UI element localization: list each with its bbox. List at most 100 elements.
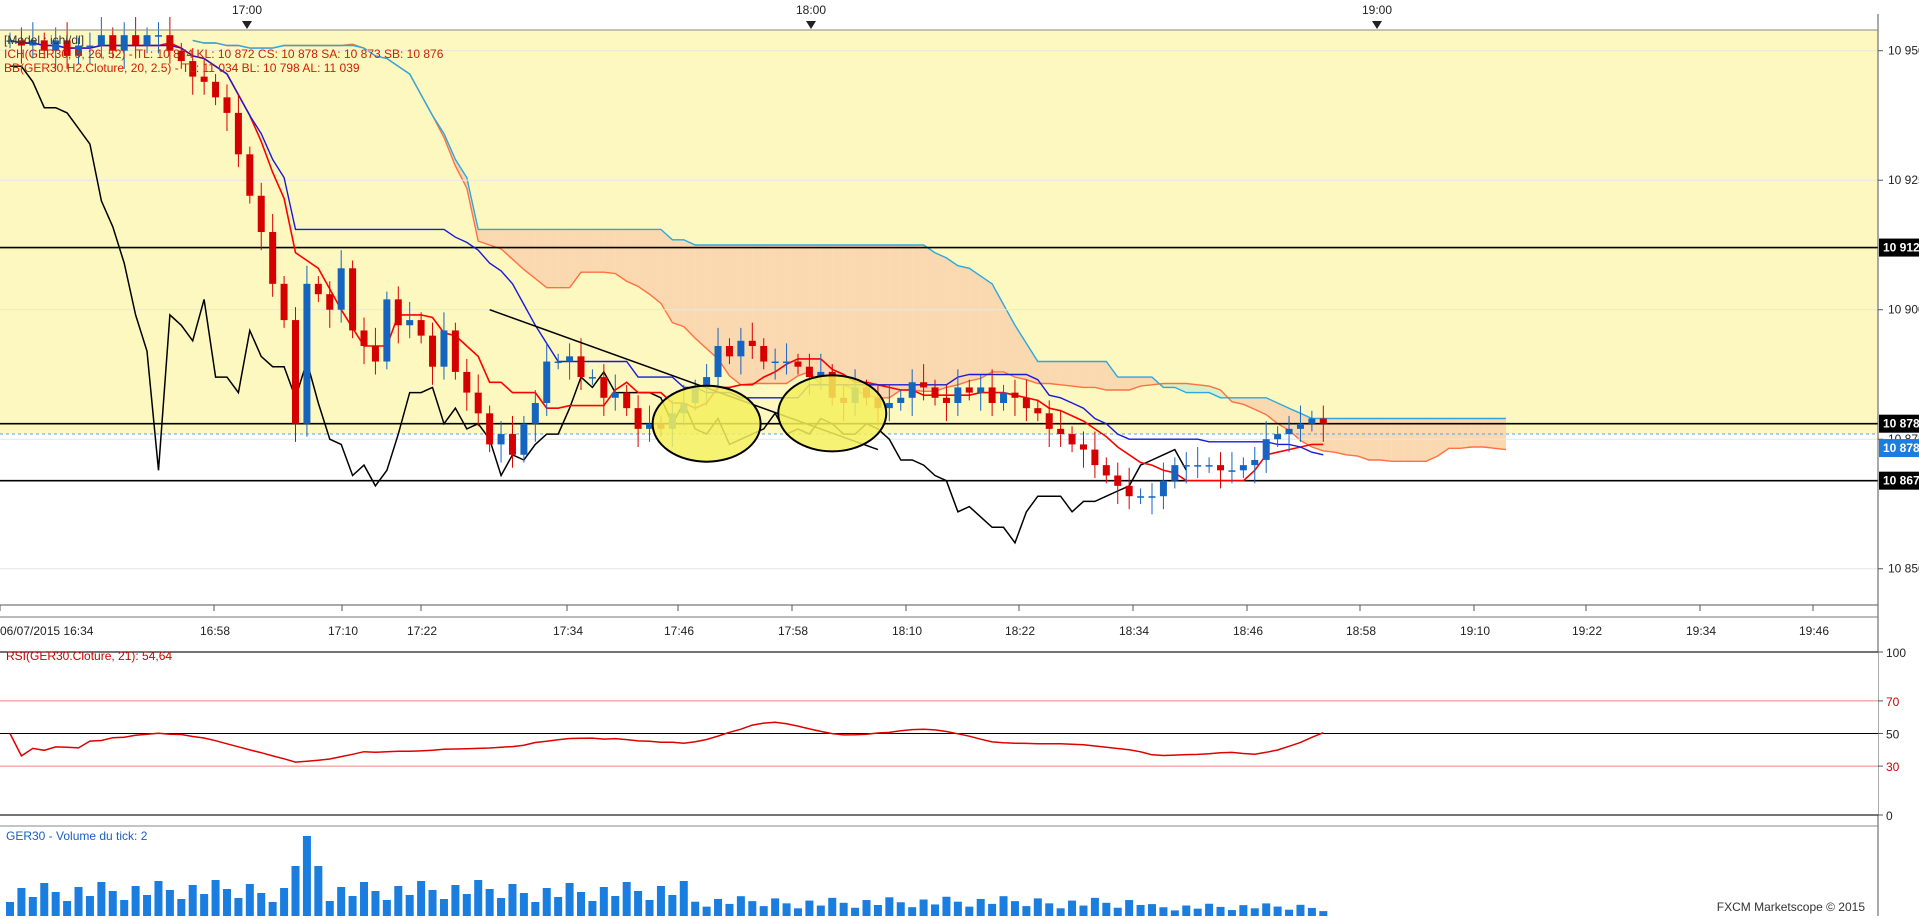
ichimoku-cloud-segment bbox=[798, 245, 810, 376]
ichimoku-cloud-segment bbox=[866, 245, 878, 398]
ichimoku-cloud-segment bbox=[969, 268, 981, 381]
candle-body bbox=[1205, 465, 1213, 467]
price-tick-label: 10 900 bbox=[1888, 303, 1919, 317]
price-tick-label: 10 925 bbox=[1888, 173, 1919, 187]
volume-bar bbox=[714, 898, 723, 916]
volume-bar bbox=[1136, 905, 1145, 916]
volume-bar bbox=[325, 901, 334, 916]
candle-body bbox=[326, 294, 334, 310]
top-time-label: 18:00 bbox=[796, 3, 826, 17]
volume-bar bbox=[793, 908, 802, 916]
candle-body bbox=[714, 345, 722, 378]
volume-bar bbox=[1182, 905, 1191, 916]
volume-bar bbox=[1205, 903, 1214, 916]
candle-body bbox=[1171, 465, 1179, 481]
rsi-panel[interactable]: RSI(GER30.Cloture, 21): 54,64 100 70 50 30 0 bbox=[0, 646, 1906, 823]
volume-bar bbox=[280, 888, 289, 916]
candle-body bbox=[931, 387, 939, 398]
volume-bar bbox=[1022, 906, 1031, 916]
volume-bar bbox=[485, 889, 494, 916]
candle-body bbox=[1239, 465, 1247, 471]
price-panel[interactable] bbox=[0, 17, 1878, 605]
candle-body bbox=[977, 387, 985, 393]
candle-body bbox=[623, 392, 631, 409]
top-time-marker bbox=[1372, 21, 1382, 29]
candle-body bbox=[474, 392, 482, 414]
candle-body bbox=[942, 397, 950, 403]
volume-bar bbox=[1273, 906, 1282, 916]
candle-body bbox=[269, 232, 277, 284]
volume-bar bbox=[508, 884, 517, 916]
footer-credit: FXCM Marketscope © 2015 bbox=[1716, 900, 1865, 914]
price-panel-lower-background bbox=[0, 434, 1878, 605]
candle-body bbox=[954, 387, 962, 403]
ichimoku-cloud-segment bbox=[957, 265, 970, 385]
time-tick-label: 18:10 bbox=[892, 624, 922, 638]
chart-canvas[interactable]: 10 95010 92510 90010 87510 85010 91210 8… bbox=[0, 0, 1919, 916]
volume-bar bbox=[1262, 903, 1271, 916]
ichimoku-cloud-segment bbox=[832, 245, 844, 385]
price-tick-label: 10 850 bbox=[1888, 562, 1919, 576]
ichimoku-cloud-segment bbox=[638, 229, 650, 295]
price-legend-line: [Model : ichi/dl] bbox=[4, 33, 84, 47]
volume-panel[interactable]: GER30 - Volume du tick: 2 bbox=[0, 825, 1878, 916]
candle-body bbox=[520, 423, 528, 455]
candle-body bbox=[429, 335, 437, 367]
candle-body bbox=[143, 35, 151, 46]
volume-bar bbox=[143, 895, 152, 916]
volume-bar bbox=[771, 898, 780, 916]
candle-body bbox=[1308, 418, 1316, 424]
ichimoku-cloud-segment bbox=[935, 252, 947, 392]
ichimoku-cloud-segment bbox=[1426, 418, 1438, 462]
candle-body bbox=[1068, 434, 1076, 445]
volume-bar bbox=[40, 883, 49, 916]
candle-body bbox=[234, 112, 242, 155]
volume-bar bbox=[165, 890, 174, 916]
candle-body bbox=[337, 268, 345, 310]
volume-bar bbox=[1193, 908, 1202, 916]
volume-bar bbox=[1307, 907, 1316, 916]
rsi-tick-label: 0 bbox=[1886, 809, 1893, 823]
time-tick-label: 19:22 bbox=[1572, 624, 1602, 638]
price-legend-line: BB(GER30.H2.Cloture, 20, 2.5) - TL: 11 0… bbox=[4, 61, 360, 75]
candle-body bbox=[611, 392, 619, 398]
candle-body bbox=[1011, 392, 1019, 398]
volume-bar bbox=[816, 905, 825, 916]
volume-bar bbox=[222, 889, 231, 916]
ichimoku-cloud-segment bbox=[752, 245, 764, 384]
volume-bar bbox=[634, 891, 643, 916]
time-tick-label: 17:34 bbox=[553, 624, 583, 638]
candle-body bbox=[280, 283, 288, 321]
candle-body bbox=[885, 402, 893, 409]
volume-bar bbox=[702, 906, 711, 916]
volume-bar bbox=[234, 898, 243, 916]
ichimoku-cloud-segment bbox=[809, 245, 821, 385]
volume-bar bbox=[1227, 910, 1236, 916]
volume-bar bbox=[942, 896, 951, 916]
volume-bar bbox=[725, 903, 734, 916]
current-price-badge-label: 10 878 bbox=[1883, 441, 1919, 455]
volume-bar bbox=[462, 894, 471, 916]
volume-bar bbox=[245, 884, 254, 916]
ichimoku-cloud-segment bbox=[980, 276, 993, 379]
volume-bar bbox=[953, 901, 962, 916]
candle-body bbox=[1285, 428, 1293, 435]
candle-body bbox=[440, 330, 448, 367]
volume-bar bbox=[1056, 908, 1065, 916]
rsi-tick-label: 30 bbox=[1886, 760, 1900, 774]
volume-bar bbox=[417, 881, 426, 916]
volume-bar bbox=[611, 896, 620, 916]
volume-bar bbox=[1045, 903, 1054, 916]
ichimoku-cloud-segment bbox=[729, 245, 741, 385]
volume-bar bbox=[519, 893, 528, 916]
candle-body bbox=[725, 345, 733, 357]
candle-body bbox=[908, 382, 916, 398]
highlight-ellipse bbox=[651, 384, 762, 463]
volume-bar bbox=[348, 896, 357, 916]
volume-bar bbox=[1010, 901, 1019, 916]
price-level-badge-label: 10 867 bbox=[1883, 474, 1919, 488]
volume-bar bbox=[51, 892, 60, 916]
time-tick-label: 18:22 bbox=[1005, 624, 1035, 638]
ichimoku-cloud-segment bbox=[1403, 418, 1415, 462]
ichimoku-cloud-segment bbox=[1414, 418, 1427, 462]
